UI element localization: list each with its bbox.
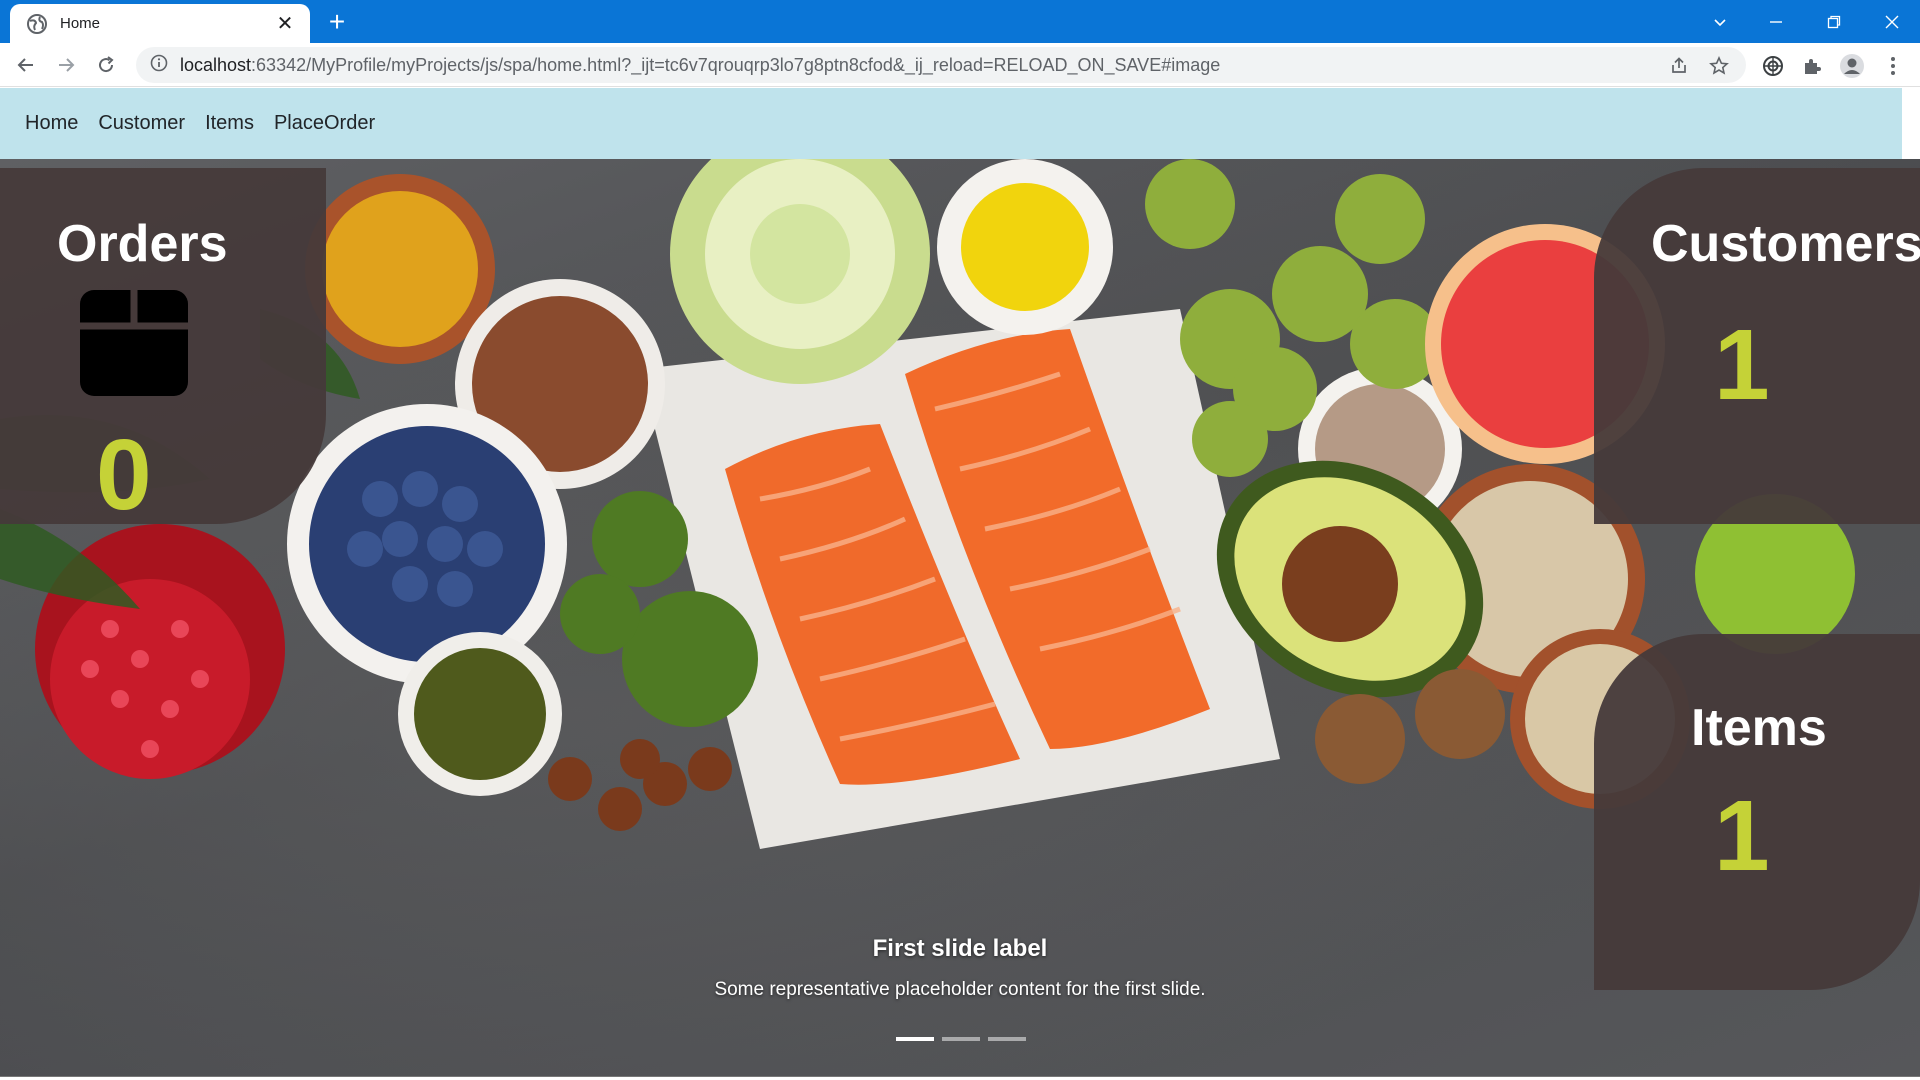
url-text: localhost:63342/MyProfile/myProjects/js/…	[180, 55, 1220, 76]
reload-icon[interactable]	[90, 49, 122, 81]
address-bar[interactable]: localhost:63342/MyProfile/myProjects/js/…	[136, 47, 1746, 83]
carousel-indicator-1[interactable]	[896, 1037, 934, 1041]
mung-bean-bowl	[398, 632, 562, 796]
share-icon[interactable]	[1666, 53, 1692, 79]
tab-search-icon[interactable]	[1692, 0, 1748, 43]
nav-link-placeorder[interactable]: PlaceOrder	[274, 112, 375, 135]
extension-icon[interactable]	[1758, 51, 1788, 81]
items-card-title: Items	[1691, 699, 1827, 757]
tab-title: Home	[60, 15, 101, 32]
customers-card-title: Customers	[1651, 215, 1920, 273]
close-window-icon[interactable]	[1864, 0, 1920, 43]
orders-count: 0	[96, 419, 152, 531]
orders-card-title: Orders	[57, 215, 228, 273]
items-count: 1	[1714, 780, 1770, 892]
turmeric-bowl	[305, 174, 495, 364]
page-bottom-border	[0, 1076, 1920, 1080]
customers-card: Customers 1	[1594, 168, 1920, 524]
menu-kebab-icon[interactable]	[1878, 51, 1908, 81]
hazelnuts	[548, 739, 732, 831]
restore-icon[interactable]	[1806, 0, 1862, 43]
close-tab-icon[interactable]: ✕	[274, 13, 296, 35]
browser-tab[interactable]: Home ✕	[10, 4, 310, 43]
browser-tab-bar: Home ✕ +	[0, 0, 1920, 43]
forward-icon[interactable]	[50, 49, 82, 81]
carousel-caption-title: First slide label	[872, 935, 1048, 962]
carousel-indicators	[896, 1037, 1026, 1041]
customers-count: 1	[1714, 309, 1770, 421]
nav-link-home[interactable]: Home	[25, 112, 78, 135]
minimize-icon[interactable]	[1748, 0, 1804, 43]
olive-oil-bowl	[937, 159, 1113, 335]
globe-icon	[26, 13, 48, 35]
blueberry-bowl	[287, 404, 567, 684]
url-path: :63342/MyProfile/myProjects/js/spa/home.…	[251, 54, 1221, 75]
carousel-caption-text: Some representative placeholder content …	[714, 979, 1206, 1000]
back-icon[interactable]	[10, 49, 42, 81]
orders-card: Orders 0	[0, 168, 326, 531]
site-navbar: Home Customer Items PlaceOrder	[0, 88, 1902, 159]
carousel-indicator-3[interactable]	[988, 1037, 1026, 1041]
carousel-indicator-2[interactable]	[942, 1037, 980, 1041]
puzzle-icon[interactable]	[1797, 51, 1827, 81]
info-icon[interactable]	[150, 54, 168, 77]
nav-link-customer[interactable]: Customer	[98, 112, 185, 135]
new-tab-icon[interactable]: +	[322, 8, 352, 38]
browser-toolbar: localhost:63342/MyProfile/myProjects/js/…	[0, 43, 1920, 87]
url-host: localhost	[180, 54, 252, 75]
profile-avatar-icon[interactable]	[1837, 51, 1867, 81]
nav-link-items[interactable]: Items	[205, 112, 254, 135]
box-icon	[78, 286, 190, 403]
bookmark-star-icon[interactable]	[1706, 53, 1732, 79]
